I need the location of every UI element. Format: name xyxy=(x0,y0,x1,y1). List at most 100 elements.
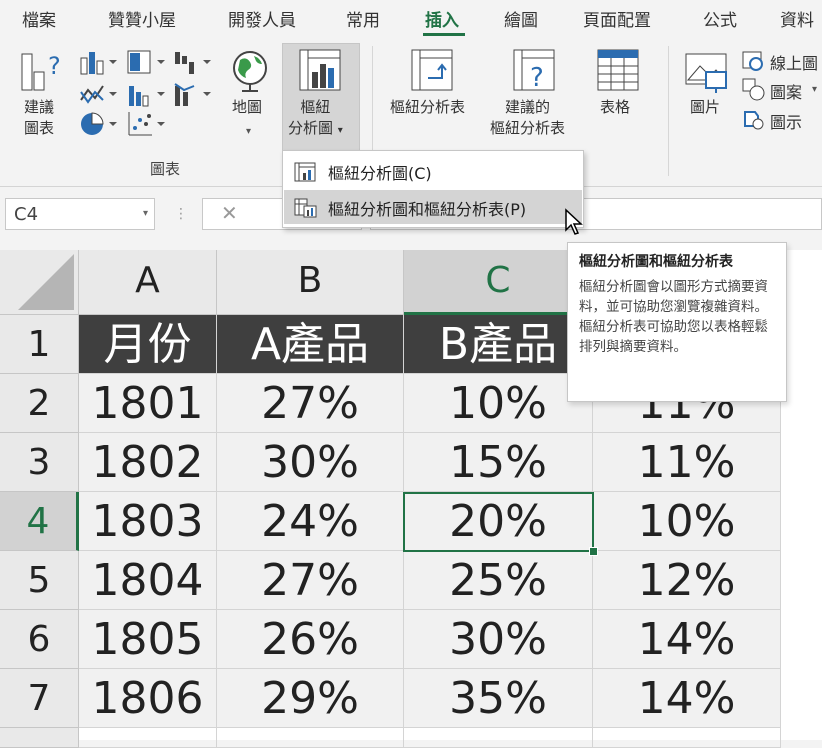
tab-home[interactable]: 常用 xyxy=(346,6,380,31)
cell-c5[interactable]: 25% xyxy=(404,551,593,610)
row-header-4[interactable]: 4 xyxy=(0,492,79,551)
cell-a6[interactable]: 1805 xyxy=(79,610,217,669)
row-header-3[interactable]: 3 xyxy=(0,433,79,492)
charts-group-label: 圖表 xyxy=(150,160,181,178)
maps-label[interactable]: 地圖 xyxy=(232,97,262,118)
cell-b7[interactable]: 29% xyxy=(217,669,404,728)
icons-label[interactable]: 圖示 xyxy=(770,109,802,133)
cell-a2[interactable]: 1801 xyxy=(79,374,217,433)
tooltip-title: 樞紐分析圖和樞紐分析表 xyxy=(579,254,733,270)
map-icon[interactable] xyxy=(230,48,270,94)
icons-icon[interactable] xyxy=(742,108,766,132)
online-pictures-label[interactable]: 線上圖 xyxy=(770,50,818,74)
tab-developer[interactable]: 開發人員 xyxy=(228,6,296,31)
cell-d7[interactable]: 14% xyxy=(593,669,781,728)
pivot-table-icon[interactable] xyxy=(410,48,456,94)
cell-c2[interactable]: 10% xyxy=(404,374,593,433)
recommended-charts-icon[interactable]: ? xyxy=(20,48,66,94)
cell-a5[interactable]: 1804 xyxy=(79,551,217,610)
row-header-8[interactable] xyxy=(0,728,79,748)
row-header-2[interactable]: 2 xyxy=(0,374,79,433)
row-header-5[interactable]: 5 xyxy=(0,551,79,610)
tab-zanzan[interactable]: 贊贊小屋 xyxy=(108,6,176,31)
tooltip: 樞紐分析圖和樞紐分析表 樞紐分析圖會以圖形方式摘要資料，並可協助您瀏覽複雜資料。… xyxy=(567,242,787,402)
online-pictures-icon[interactable] xyxy=(742,50,766,72)
ribbon-tabs: 檔案 贊贊小屋 開發人員 常用 插入 繪圖 頁面配置 公式 資料 xyxy=(0,0,822,40)
menu-item-pivot-chart[interactable]: 樞紐分析圖(C) xyxy=(284,154,582,188)
shapes-dropdown-icon[interactable]: ▾ xyxy=(812,84,817,95)
cell-c1[interactable]: B產品 xyxy=(404,315,593,374)
row-header-1[interactable]: 1 xyxy=(0,315,79,374)
svg-text:?: ? xyxy=(530,63,544,93)
cell-b3[interactable]: 30% xyxy=(217,433,404,492)
cell-c8[interactable] xyxy=(404,728,593,748)
recommended-charts-label[interactable]: 建議 圖表 xyxy=(24,97,54,139)
fill-handle[interactable] xyxy=(589,547,598,556)
cell-a1[interactable]: 月份 xyxy=(79,315,217,374)
mouse-cursor-icon xyxy=(565,208,583,235)
column-header-c[interactable]: C xyxy=(404,250,593,315)
pivot-chart-label: 樞紐 分析圖 ▾ xyxy=(288,98,343,137)
pie-chart-icon[interactable] xyxy=(78,110,118,138)
select-all-button[interactable] xyxy=(0,250,79,315)
name-box-dropdown-icon[interactable]: ▾ xyxy=(143,208,148,219)
cell-b2[interactable]: 27% xyxy=(217,374,404,433)
cell-b4[interactable]: 24% xyxy=(217,492,404,551)
hierarchy-chart-icon[interactable] xyxy=(126,48,166,76)
tab-formulas[interactable]: 公式 xyxy=(703,6,737,31)
tab-data[interactable]: 資料 xyxy=(780,6,814,31)
combo-chart-icon[interactable] xyxy=(172,80,212,108)
picture-icon[interactable] xyxy=(684,50,730,94)
column-header-a[interactable]: A xyxy=(79,250,217,315)
shapes-icon[interactable] xyxy=(742,78,766,102)
cell-c6[interactable]: 30% xyxy=(404,610,593,669)
cell-d8[interactable] xyxy=(593,728,781,748)
recommended-pivot-label[interactable]: 建議的 樞紐分析表 xyxy=(490,97,565,139)
cell-c4[interactable]: 20% xyxy=(404,492,593,551)
scatter-chart-icon[interactable] xyxy=(126,110,166,138)
tab-draw[interactable]: 繪圖 xyxy=(504,6,538,31)
pivot-chart-icon xyxy=(299,49,341,91)
cell-a8[interactable] xyxy=(79,728,217,748)
cell-b5[interactable]: 27% xyxy=(217,551,404,610)
line-chart-icon[interactable] xyxy=(78,80,118,108)
cell-d6[interactable]: 14% xyxy=(593,610,781,669)
tab-file[interactable]: 檔案 xyxy=(22,6,56,31)
shapes-label[interactable]: 圖案 xyxy=(770,79,802,103)
cell-b8[interactable] xyxy=(217,728,404,748)
formula-bar-grip-icon[interactable]: ⋮ xyxy=(174,206,188,222)
maps-dropdown-icon[interactable]: ▾ xyxy=(246,126,251,137)
picture-label[interactable]: 圖片 xyxy=(690,97,720,118)
cell-c3[interactable]: 15% xyxy=(404,433,593,492)
pivot-chart-dropdown: 樞紐分析圖(C) 樞紐分析圖和樞紐分析表(P) xyxy=(282,150,584,228)
waterfall-chart-icon[interactable] xyxy=(172,48,212,76)
table-label[interactable]: 表格 xyxy=(600,97,630,118)
recommended-pivot-icon[interactable]: ? xyxy=(512,48,558,94)
name-box[interactable]: C4 ▾ xyxy=(5,198,155,230)
pivot-chart-small-icon xyxy=(294,162,316,182)
cell-a3[interactable]: 1802 xyxy=(79,433,217,492)
pivot-table-label[interactable]: 樞紐分析表 xyxy=(390,97,465,118)
row-header-6[interactable]: 6 xyxy=(0,610,79,669)
tab-page-layout[interactable]: 頁面配置 xyxy=(583,6,651,31)
cell-b1[interactable]: A產品 xyxy=(217,315,404,374)
cell-a4[interactable]: 1803 xyxy=(79,492,217,551)
svg-text:?: ? xyxy=(48,52,61,80)
menu-item-pivot-chart-and-table[interactable]: 樞紐分析圖和樞紐分析表(P) xyxy=(284,190,582,224)
pivot-chart-table-icon xyxy=(294,198,317,218)
cell-c7[interactable]: 35% xyxy=(404,669,593,728)
cell-a7[interactable]: 1806 xyxy=(79,669,217,728)
statistic-chart-icon[interactable] xyxy=(126,80,166,108)
row-header-7[interactable]: 7 xyxy=(0,669,79,728)
column-header-b[interactable]: B xyxy=(217,250,404,315)
cell-d5[interactable]: 12% xyxy=(593,551,781,610)
active-tab-indicator xyxy=(423,33,465,36)
column-chart-icon[interactable] xyxy=(78,48,118,76)
cancel-icon[interactable]: ✕ xyxy=(221,201,238,225)
cell-d3[interactable]: 11% xyxy=(593,433,781,492)
cell-d4[interactable]: 10% xyxy=(593,492,781,551)
tab-insert[interactable]: 插入 xyxy=(425,6,459,31)
table-icon[interactable] xyxy=(596,48,642,94)
tooltip-body: 樞紐分析圖會以圖形方式摘要資料，並可協助您瀏覽複雜資料。樞紐分析表可協助您以表格… xyxy=(579,279,768,355)
cell-b6[interactable]: 26% xyxy=(217,610,404,669)
